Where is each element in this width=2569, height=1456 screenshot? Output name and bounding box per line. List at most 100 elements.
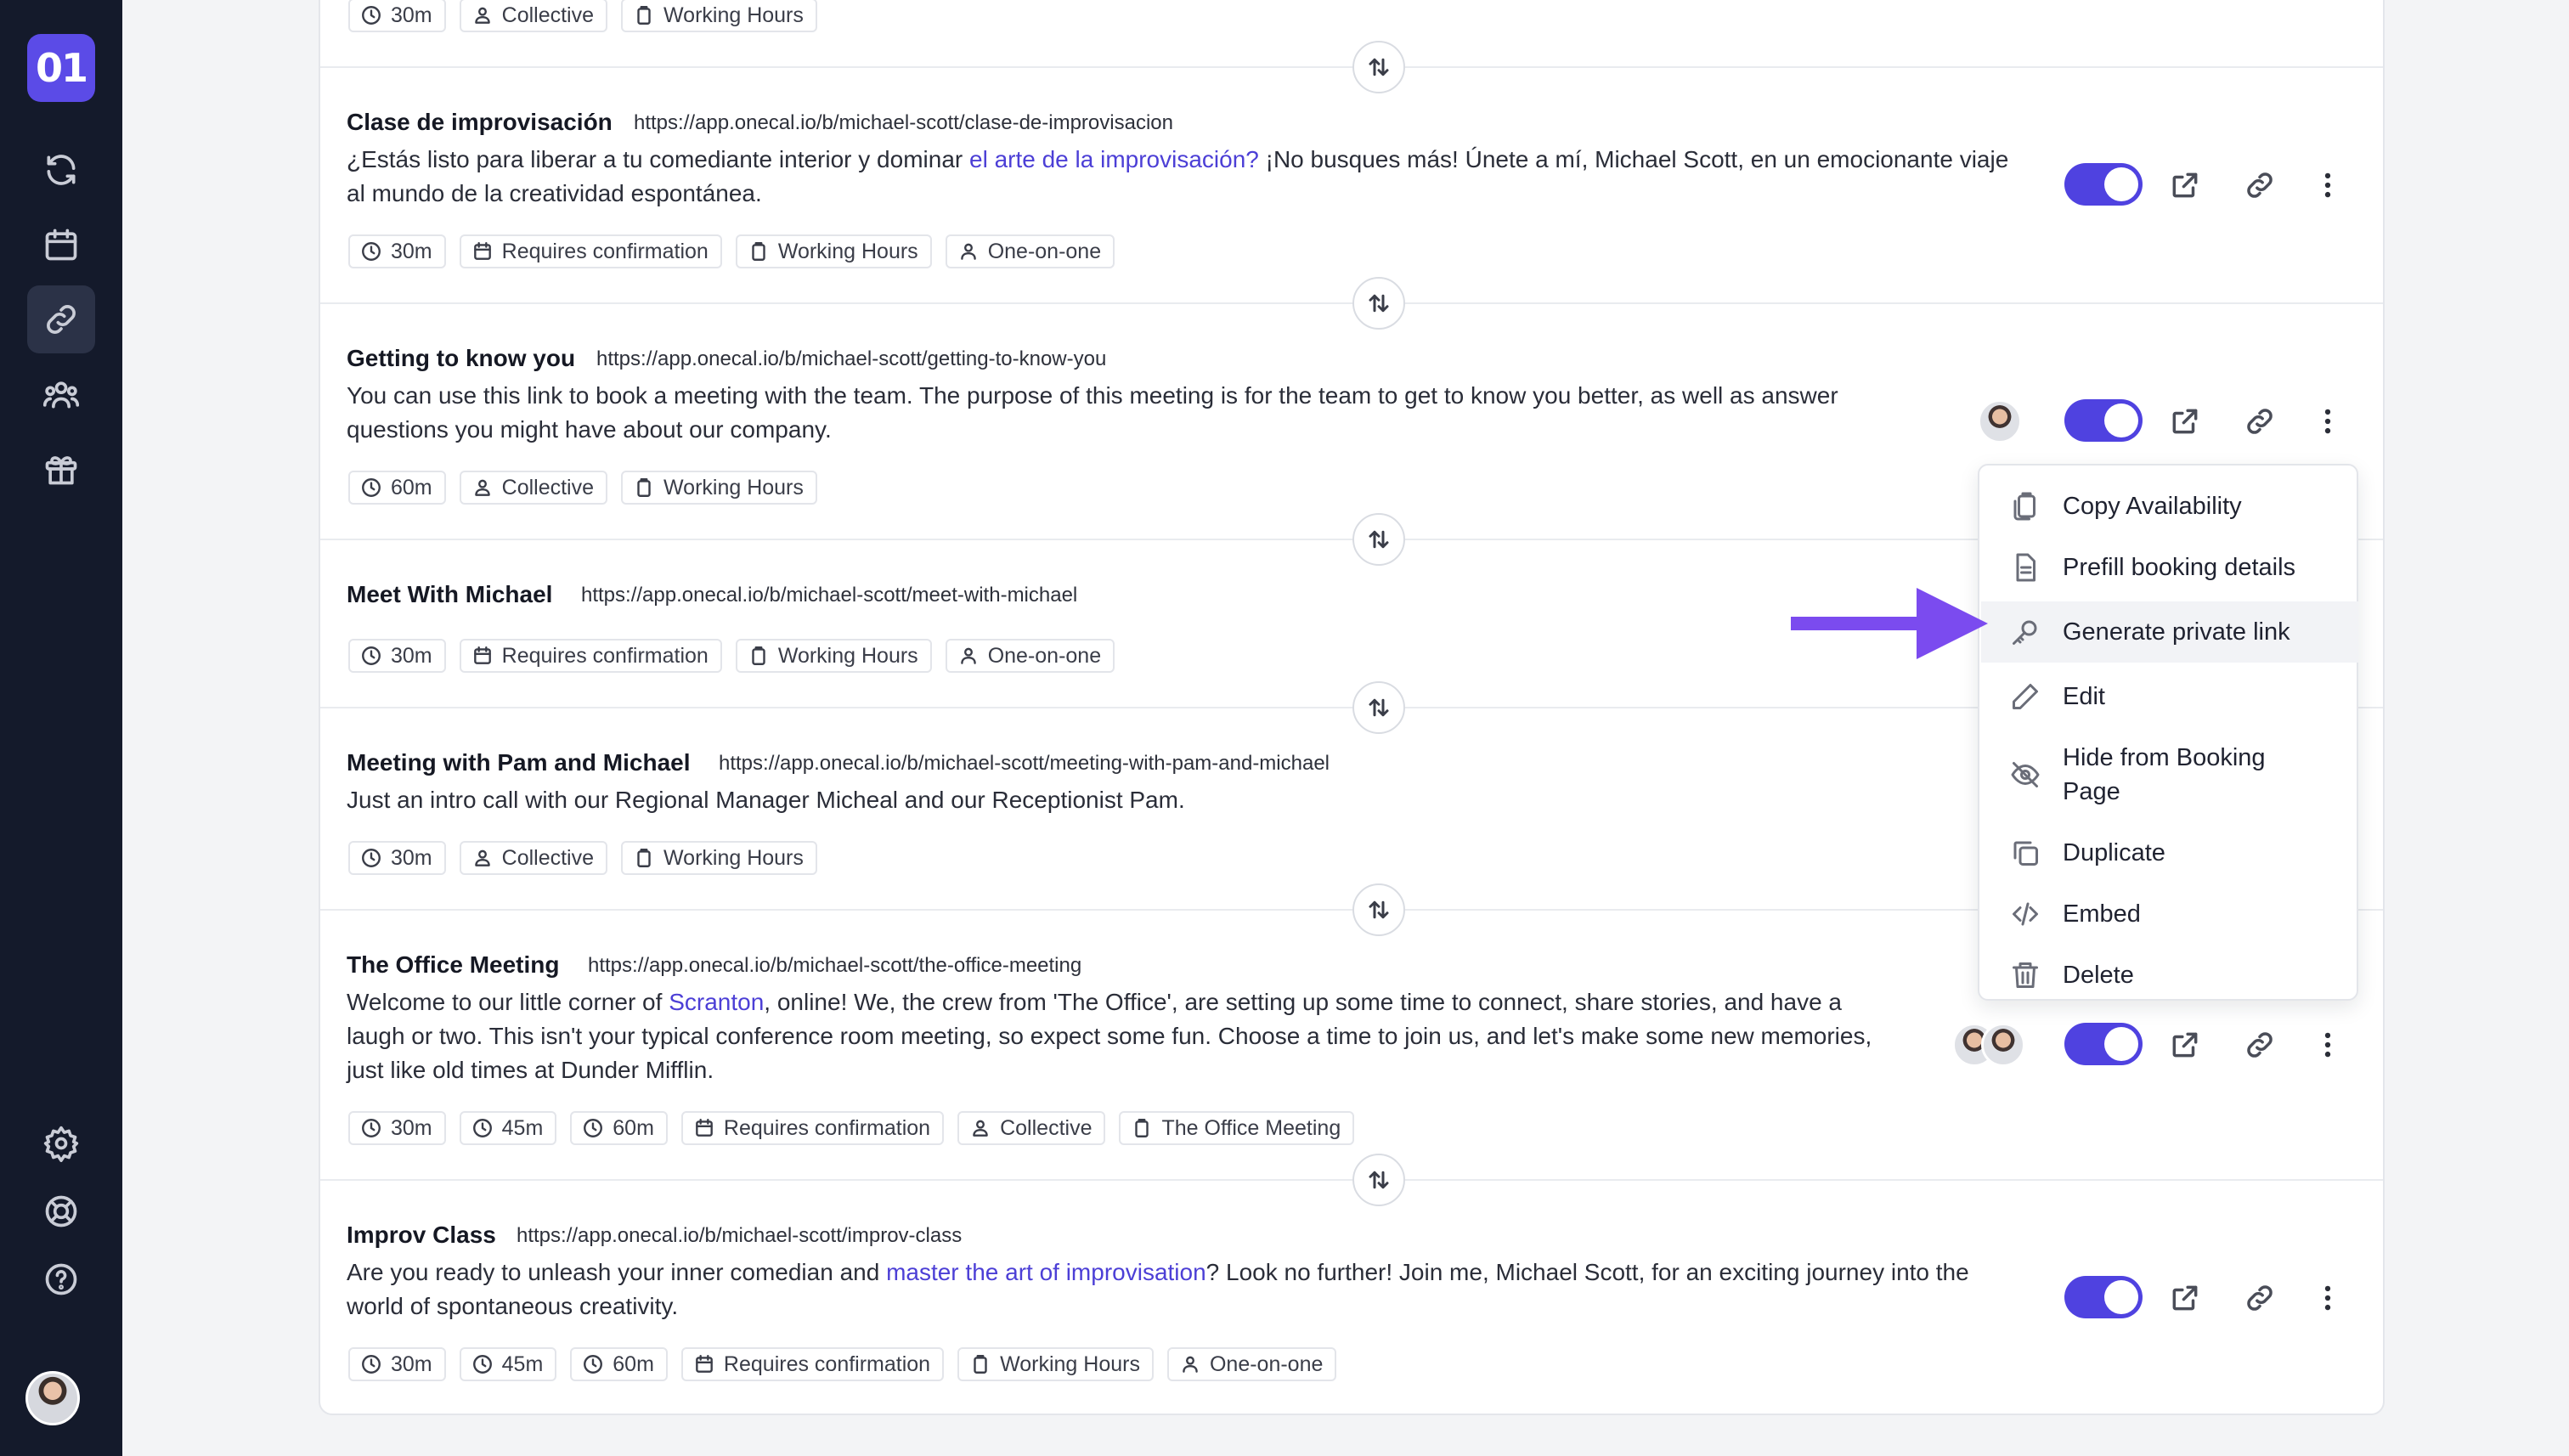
link-tags: 30m Requires confirmation Working Hours … — [348, 234, 1115, 268]
swap-icon — [1366, 54, 1392, 80]
menu-duplicate[interactable]: Duplicate — [1981, 826, 2358, 880]
reorder-button[interactable] — [1352, 681, 1405, 734]
tag-schedule: Working Hours — [621, 841, 817, 875]
reorder-button[interactable] — [1352, 277, 1405, 330]
copy-icon — [2013, 841, 2038, 866]
link-url[interactable]: https://app.onecal.io/b/michael-scott/me… — [581, 584, 1077, 607]
link-url[interactable]: https://app.onecal.io/b/michael-scott/ge… — [596, 347, 1106, 371]
description-link[interactable]: master the art of improvisation — [886, 1259, 1206, 1285]
open-link-button[interactable] — [2165, 1278, 2205, 1318]
nav-sync[interactable] — [27, 136, 95, 204]
reorder-button[interactable] — [1352, 883, 1405, 936]
external-link-icon — [2172, 172, 2198, 198]
link-title[interactable]: Getting to know you — [347, 345, 575, 372]
nav-booking-links[interactable] — [27, 285, 95, 353]
clipboard-copy-icon — [2013, 492, 2035, 521]
app-logo[interactable]: 01 — [27, 34, 95, 102]
nav-calendar[interactable] — [27, 211, 95, 279]
calendar-icon — [45, 229, 77, 261]
trash-icon — [2013, 962, 2038, 988]
link-description: Just an intro call with our Regional Man… — [347, 787, 1185, 813]
calendar-icon — [471, 645, 494, 667]
enable-toggle[interactable] — [2064, 399, 2143, 442]
more-options-button[interactable] — [2307, 401, 2348, 442]
more-options-button[interactable] — [2307, 1278, 2348, 1318]
description-link[interactable]: el arte de la improvisación? — [969, 146, 1259, 172]
tag-schedule: The Office Meeting — [1119, 1111, 1355, 1145]
more-options-button[interactable] — [2307, 1024, 2348, 1065]
link-title[interactable]: The Office Meeting — [347, 951, 559, 979]
calendar-icon — [693, 1117, 715, 1139]
host-avatar — [1978, 399, 2022, 443]
clock-icon — [582, 1353, 604, 1375]
clock-icon — [360, 477, 382, 499]
enable-toggle[interactable] — [2064, 1276, 2143, 1318]
menu-embed[interactable]: Embed — [1981, 887, 2358, 941]
swap-icon — [1366, 695, 1392, 720]
tag-type: One-on-one — [1166, 1347, 1337, 1381]
tag-schedule: Working Hours — [957, 1347, 1154, 1381]
nav-gift[interactable] — [27, 435, 95, 503]
swap-icon — [1366, 897, 1392, 923]
link-tags: 30m 45m 60m Requires confirmation Workin… — [348, 1347, 1337, 1381]
open-link-button[interactable] — [2165, 401, 2205, 442]
host-avatar — [1981, 1023, 2025, 1067]
link-url[interactable]: https://app.onecal.io/b/michael-scott/me… — [719, 752, 1330, 776]
link-url[interactable]: https://app.onecal.io/b/michael-scott/im… — [517, 1224, 962, 1248]
enable-toggle[interactable] — [2064, 1023, 2143, 1065]
link-icon — [2247, 172, 2273, 198]
kebab-icon — [2324, 172, 2331, 198]
external-link-icon — [2172, 409, 2198, 434]
document-icon — [2016, 553, 2035, 582]
link-url[interactable]: https://app.onecal.io/b/michael-scott/th… — [588, 954, 1081, 978]
menu-delete[interactable]: Delete — [1981, 948, 2358, 1002]
link-title[interactable]: Clase de improvisación — [347, 109, 613, 136]
nav-settings[interactable] — [27, 1109, 95, 1177]
menu-copy-availability[interactable]: Copy Availability — [1981, 479, 2358, 533]
calendar-icon — [471, 240, 494, 262]
menu-hide-from-booking-page[interactable]: Hide from Booking Page — [1981, 731, 2358, 819]
reorder-button[interactable] — [1352, 513, 1405, 566]
description-link[interactable]: Scranton — [669, 989, 764, 1015]
link-icon — [2247, 409, 2273, 434]
enable-toggle[interactable] — [2064, 163, 2143, 206]
reorder-button[interactable] — [1352, 1154, 1405, 1206]
clock-icon — [471, 1353, 494, 1375]
open-link-button[interactable] — [2165, 1024, 2205, 1065]
help-icon — [45, 1263, 77, 1295]
copy-link-button[interactable] — [2239, 401, 2280, 442]
users-icon — [471, 847, 494, 869]
open-link-button[interactable] — [2165, 165, 2205, 206]
copy-link-button[interactable] — [2239, 1278, 2280, 1318]
clock-icon — [360, 1117, 382, 1139]
clipboard-icon — [969, 1353, 991, 1375]
link-title[interactable]: Improv Class — [347, 1222, 496, 1249]
user-icon — [1179, 1353, 1201, 1375]
link-tags: 30m Requires confirmation Working Hours … — [348, 639, 1115, 673]
sidebar: 01 — [0, 0, 122, 1456]
user-avatar[interactable] — [25, 1371, 80, 1425]
users-icon — [969, 1117, 991, 1139]
menu-edit[interactable]: Edit — [1981, 669, 2358, 724]
tag-confirmation: Requires confirmation — [459, 639, 722, 673]
link-tags: 30m Collective Working Hours — [348, 841, 817, 875]
reorder-button[interactable] — [1352, 41, 1405, 93]
swap-icon — [1366, 527, 1392, 552]
copy-link-button[interactable] — [2239, 1024, 2280, 1065]
menu-generate-private-link[interactable]: Generate private link — [1981, 601, 2358, 663]
tag-confirmation: Requires confirmation — [459, 234, 722, 268]
link-title[interactable]: Meeting with Pam and Michael — [347, 749, 691, 776]
eye-off-icon — [2011, 762, 2040, 787]
more-options-button[interactable] — [2307, 165, 2348, 206]
nav-support[interactable] — [27, 1177, 95, 1245]
nav-help[interactable] — [27, 1245, 95, 1313]
clipboard-icon — [633, 477, 655, 499]
users-icon — [471, 4, 494, 26]
menu-prefill-booking[interactable]: Prefill booking details — [1981, 540, 2358, 595]
link-title[interactable]: Meet With Michael — [347, 581, 552, 608]
link-url[interactable]: https://app.onecal.io/b/michael-scott/cl… — [634, 111, 1173, 135]
nav-team[interactable] — [27, 360, 95, 428]
copy-link-button[interactable] — [2239, 165, 2280, 206]
team-icon — [42, 381, 80, 409]
swap-icon — [1366, 291, 1392, 316]
